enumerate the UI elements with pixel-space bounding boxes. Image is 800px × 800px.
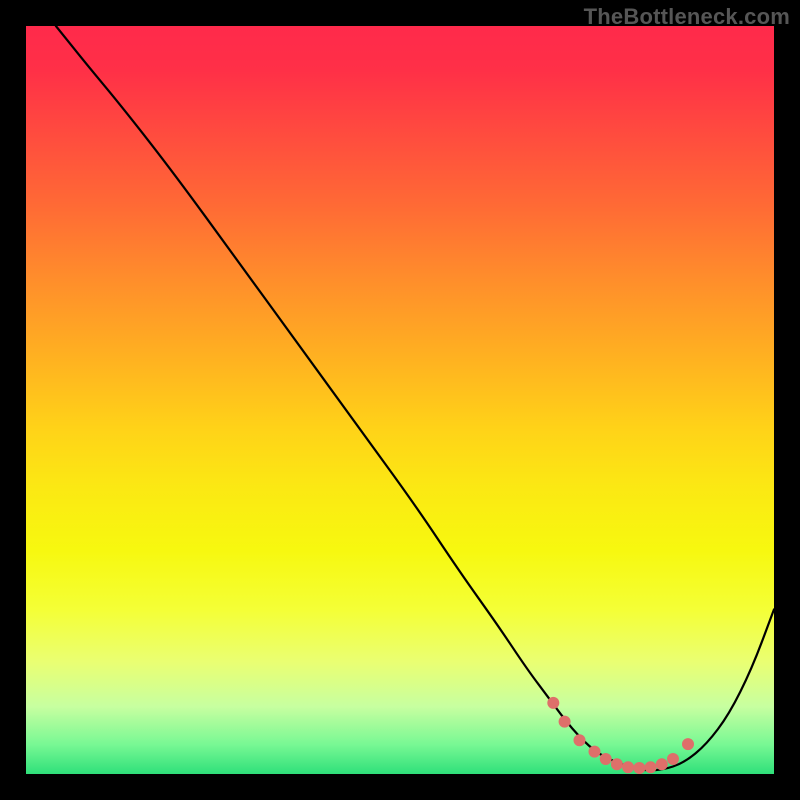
marker-dot: [600, 753, 612, 765]
marker-dot: [611, 758, 623, 770]
marker-dot: [633, 762, 645, 774]
marker-dot: [574, 734, 586, 746]
marker-dot: [622, 761, 634, 773]
optimal-range-dots: [547, 697, 694, 774]
marker-dot: [682, 738, 694, 750]
plot-area: [26, 26, 774, 774]
marker-dot: [559, 716, 571, 728]
marker-dot: [589, 746, 601, 758]
marker-dot: [667, 753, 679, 765]
marker-dot: [645, 761, 657, 773]
chart-frame: TheBottleneck.com: [0, 0, 800, 800]
bottleneck-curve: [56, 26, 774, 770]
marker-dot: [547, 697, 559, 709]
watermark-text: TheBottleneck.com: [584, 4, 790, 30]
curve-layer: [26, 26, 774, 774]
marker-dot: [656, 758, 668, 770]
